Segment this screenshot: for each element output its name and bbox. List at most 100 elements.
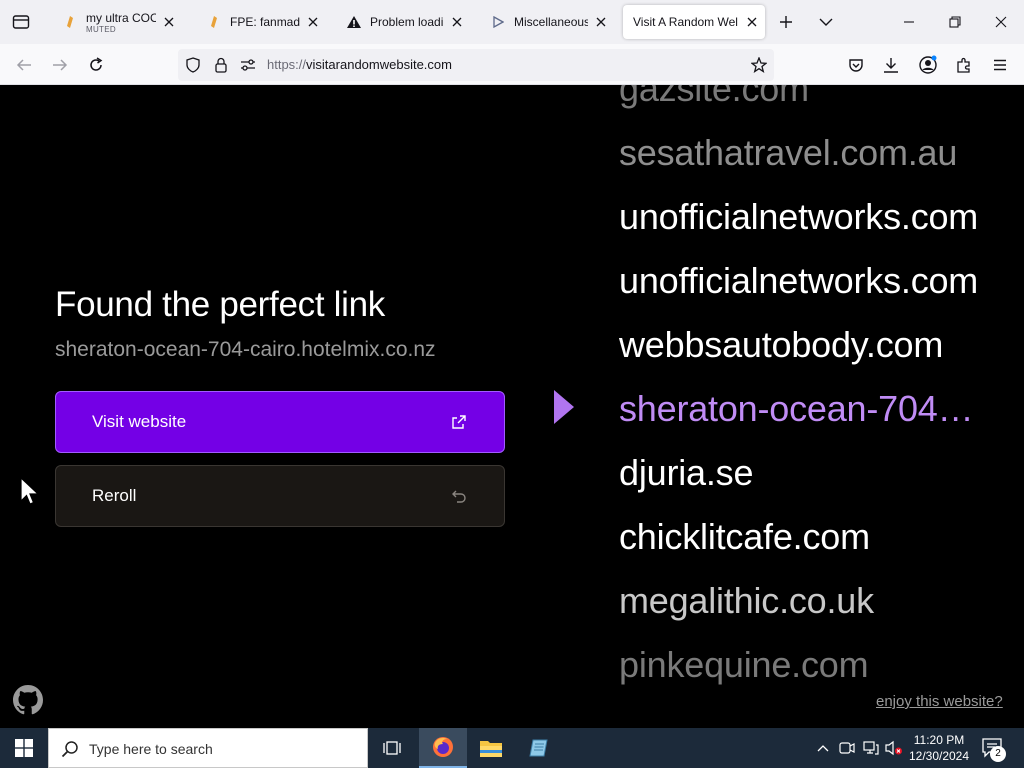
chevron-up-icon xyxy=(817,745,829,752)
undo-icon xyxy=(450,487,468,505)
puzzle-icon xyxy=(957,57,970,73)
tab-5-active[interactable]: Visit A Random Wel xyxy=(623,5,765,39)
address-bar[interactable]: https://visitarandomwebsite.com xyxy=(178,49,774,81)
plus-icon xyxy=(780,16,792,28)
windows-logo-icon xyxy=(15,739,33,757)
tab-2[interactable]: FPE: fanmade [A xyxy=(194,5,326,39)
clock-date: 12/30/2024 xyxy=(908,749,970,763)
site-list-item: megalithic.co.uk xyxy=(619,580,874,621)
site-list-item: djuria.se xyxy=(619,452,754,493)
mouse-cursor-icon xyxy=(20,477,40,505)
reload-button[interactable] xyxy=(81,50,111,80)
windows-taskbar: Type here to search 11:20 PM 12/30/2024 xyxy=(0,728,1024,768)
system-clock[interactable]: 11:20 PM 12/30/2024 xyxy=(906,732,972,764)
task-view-button[interactable] xyxy=(368,728,416,768)
page-heading: Found the perfect link xyxy=(55,285,385,324)
visit-website-button[interactable]: Visit website xyxy=(55,391,505,453)
site-list-item: chicklitcafe.com xyxy=(619,516,870,557)
selection-arrow-icon xyxy=(554,390,574,424)
reload-icon xyxy=(90,57,103,71)
visit-website-label: Visit website xyxy=(92,412,187,431)
external-link-icon xyxy=(450,413,468,431)
close-tab-icon[interactable] xyxy=(448,13,466,31)
forward-arrow-icon xyxy=(53,59,68,71)
account-icon xyxy=(919,55,937,74)
close-tab-icon[interactable] xyxy=(160,13,178,31)
forward-button[interactable] xyxy=(45,50,75,80)
chevron-down-icon xyxy=(819,18,833,26)
file-explorer-taskbar-app[interactable] xyxy=(467,728,515,768)
taskbar-search-box[interactable]: Type here to search xyxy=(48,728,368,768)
tab-list-icon xyxy=(12,15,30,29)
notepad-taskbar-app[interactable] xyxy=(516,728,564,768)
lock-icon[interactable] xyxy=(212,56,230,74)
site-list-item: gazsite.com xyxy=(619,85,809,109)
tab-4[interactable]: Miscellaneous - xyxy=(478,5,614,39)
new-tab-button[interactable] xyxy=(772,8,800,36)
bookmark-star-icon[interactable] xyxy=(750,56,768,74)
network-tray-icon[interactable] xyxy=(861,738,881,758)
site-list-item: pinkequine.com xyxy=(619,644,869,685)
volume-muted-tray-icon[interactable] xyxy=(884,738,904,758)
shield-icon[interactable] xyxy=(184,56,202,74)
warning-icon xyxy=(346,14,362,30)
site-list-item: webbsautobody.com xyxy=(619,324,944,365)
url-protocol: https:// xyxy=(267,57,307,72)
tab-title: FPE: fanmade [A xyxy=(230,15,300,29)
download-icon xyxy=(884,58,898,73)
extensions-button[interactable] xyxy=(949,50,979,80)
tab-list-button[interactable] xyxy=(0,0,42,44)
enjoy-website-link[interactable]: enjoy this website? xyxy=(876,693,1003,710)
notepad-icon xyxy=(529,739,548,757)
close-tab-icon[interactable] xyxy=(743,13,761,31)
tab-title: Miscellaneous - xyxy=(514,15,588,29)
speaker-muted-icon xyxy=(885,740,902,756)
url-text[interactable]: https://visitarandomwebsite.com xyxy=(267,57,452,72)
notification-count-badge: 2 xyxy=(990,746,1006,762)
back-button[interactable] xyxy=(9,50,39,80)
tab-1[interactable]: my ultra COOLEMUTED xyxy=(50,5,182,39)
close-icon xyxy=(995,16,1007,28)
tab-muted-label: MUTED xyxy=(86,24,116,34)
tab-title: my ultra COOLE xyxy=(86,10,156,25)
page-coin-icon xyxy=(62,14,78,30)
network-icon xyxy=(863,741,879,755)
tab-title: Problem loading xyxy=(370,15,444,29)
site-list-item: unofficialnetworks.com xyxy=(619,196,979,237)
navigation-toolbar: https://visitarandomwebsite.com xyxy=(0,44,1024,85)
firefox-icon xyxy=(433,737,453,757)
camera-icon xyxy=(839,742,855,754)
page-content: Found the perfect link sheraton-ocean-70… xyxy=(0,85,1024,728)
pocket-button[interactable] xyxy=(841,50,871,80)
reroll-label: Reroll xyxy=(92,486,137,505)
close-tab-icon[interactable] xyxy=(304,13,322,31)
folder-icon xyxy=(480,741,502,757)
start-button[interactable] xyxy=(0,728,48,768)
tab-strip: my ultra COOLEMUTED FPE: fanmade [A Prob… xyxy=(0,0,1024,44)
search-placeholder: Type here to search xyxy=(89,741,213,757)
pocket-icon xyxy=(849,58,863,72)
show-hidden-icons-button[interactable] xyxy=(813,738,833,758)
hamburger-menu-icon xyxy=(994,59,1006,71)
permissions-icon[interactable] xyxy=(239,56,257,74)
task-view-icon xyxy=(383,741,401,755)
minimize-button[interactable] xyxy=(886,0,932,44)
menu-button[interactable] xyxy=(985,50,1015,80)
close-window-button[interactable] xyxy=(978,0,1024,44)
search-icon xyxy=(61,741,78,758)
reroll-button[interactable]: Reroll xyxy=(55,465,505,527)
downloads-button[interactable] xyxy=(876,50,906,80)
page-coin-icon xyxy=(206,14,222,30)
url-host: visitarandomwebsite.com xyxy=(306,57,452,72)
firefox-taskbar-app[interactable] xyxy=(419,728,467,768)
github-icon[interactable] xyxy=(13,685,43,715)
meet-now-tray-icon[interactable] xyxy=(837,738,857,758)
tab-3[interactable]: Problem loading xyxy=(334,5,470,39)
site-list-item: unofficialnetworks.com xyxy=(619,260,979,301)
site-list-item-selected: sheraton-ocean-704-cairo.hotelmix.co.nz xyxy=(619,388,979,429)
close-tab-icon[interactable] xyxy=(592,13,610,31)
restore-button[interactable] xyxy=(932,0,978,44)
account-button[interactable] xyxy=(913,50,943,80)
list-all-tabs-button[interactable] xyxy=(812,8,840,36)
tab-title: Visit A Random Wel xyxy=(633,15,738,29)
